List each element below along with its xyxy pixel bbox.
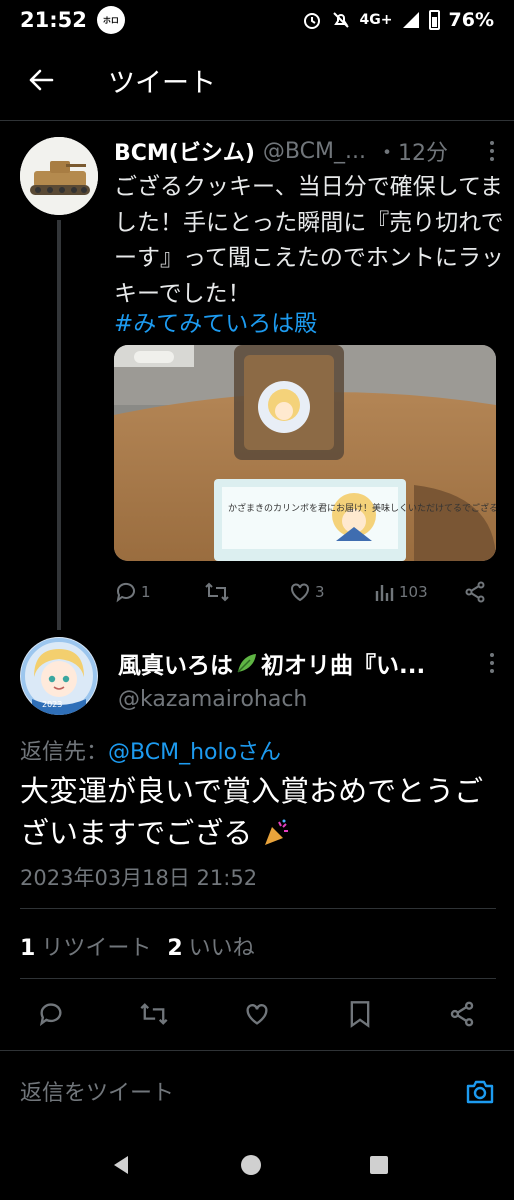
party-popper-icon — [264, 819, 288, 845]
reply-count: 1 — [141, 583, 151, 601]
tweet-timestamp: 2023年03月18日 21:52 — [20, 866, 258, 890]
hashtag-link[interactable]: #みてみていろは殿 — [114, 304, 317, 338]
camera-button[interactable] — [460, 1072, 500, 1112]
header-divider — [0, 120, 514, 121]
retweet-button[interactable] — [134, 994, 174, 1034]
page-title: ツイート — [108, 67, 216, 99]
tweet-stats: 1 リツイート 2 いいね — [20, 930, 255, 962]
tank-avatar-image — [20, 137, 98, 215]
parent-tweet-header: BCM(ビシム) @BCM_... ・12分 — [114, 134, 502, 168]
like-button[interactable] — [237, 994, 277, 1034]
tweet-text: ござるクッキー、当日分で確保してました！手にとった瞬間に『売り切れでーす』って聞… — [114, 174, 504, 307]
bookmark-icon — [350, 1001, 370, 1028]
display-name[interactable]: BCM(ビシム) — [114, 135, 255, 167]
replying-to: 返信先：@BCM_holoさん — [20, 734, 281, 766]
user-handle[interactable]: @kazamairohach — [118, 687, 307, 712]
retweet-action[interactable] — [204, 580, 288, 604]
retweet-stat[interactable]: 1 リツイート — [20, 930, 151, 962]
reply-button[interactable] — [31, 994, 71, 1034]
display-name: 風真いろは — [118, 653, 233, 679]
hololive-app-icon: ホロ — [96, 6, 125, 34]
retweet-label: リツイート — [41, 936, 152, 961]
share-button[interactable] — [442, 994, 482, 1034]
nav-back-button[interactable] — [106, 1150, 136, 1180]
bookmark-button[interactable] — [340, 994, 380, 1034]
battery-icon — [428, 10, 440, 30]
share-icon — [450, 1001, 474, 1027]
status-bar: 21:52 ホロ 4G+ 76% — [0, 0, 514, 40]
more-options-icon[interactable] — [482, 650, 502, 676]
views-action[interactable]: 103 — [374, 581, 464, 603]
top-app-bar: ツイート — [0, 48, 514, 112]
thread-connector — [57, 220, 61, 630]
nav-recents-button[interactable] — [364, 1150, 394, 1180]
mute-icon — [332, 12, 349, 28]
heart-icon — [291, 583, 309, 602]
reply-text-block: 大変運が良いで賞入賞おめでとうございますでござる — [20, 770, 500, 854]
heart-icon — [246, 1004, 268, 1025]
battery-level: 76% — [448, 9, 494, 31]
retweet-icon — [205, 582, 229, 602]
analytics-icon — [375, 585, 394, 601]
like-count: 3 — [315, 583, 325, 601]
leaf-emoji-icon — [237, 654, 256, 673]
reply-input[interactable] — [20, 1075, 440, 1111]
retweet-count: 1 — [20, 936, 36, 961]
avatar[interactable] — [20, 137, 98, 215]
tweet-photo[interactable]: かざまきのカリンボを君にお届け！美味しくいただけてるでござる — [114, 345, 496, 561]
user-handle[interactable]: @BCM_... — [263, 139, 366, 164]
display-name-rest: 初オリ曲『い... — [261, 653, 426, 679]
share-icon — [465, 581, 485, 603]
square-recents-icon — [370, 1156, 388, 1174]
more-options-icon[interactable] — [482, 138, 502, 164]
clock: 21:52 — [20, 8, 87, 32]
svg-text:2023: 2023 — [42, 700, 62, 709]
reply-icon — [116, 582, 135, 603]
reply-action[interactable]: 1 — [114, 580, 204, 604]
reply-icon — [39, 1003, 62, 1027]
status-icons: 4G+ 76% — [302, 9, 494, 31]
like-stat[interactable]: 2 いいね — [167, 930, 254, 962]
replying-to-label: 返信先： — [20, 740, 109, 765]
share-action[interactable] — [464, 581, 486, 603]
camera-icon — [466, 1080, 494, 1104]
signal-icon — [402, 12, 419, 28]
back-button[interactable] — [0, 48, 82, 112]
divider — [20, 978, 496, 979]
network-type: 4G+ — [359, 12, 393, 28]
like-action[interactable]: 3 — [288, 580, 374, 604]
photo-card-text: かざまきのカリンボを君にお届け！美味しくいただけてるでござる — [228, 502, 496, 514]
system-navigation-bar — [0, 1128, 514, 1200]
divider — [20, 908, 496, 909]
parent-tweet-actions: 1 3 103 — [114, 578, 494, 606]
view-count: 103 — [399, 583, 428, 601]
arrow-left-icon — [29, 69, 54, 91]
avatar[interactable]: 2023 — [20, 637, 98, 715]
triangle-back-icon — [114, 1156, 128, 1174]
retweet-icon — [140, 1003, 168, 1025]
like-label: いいね — [188, 936, 255, 961]
iroha-avatar-image: 2023 — [20, 637, 98, 715]
alarm-icon — [303, 13, 320, 29]
nav-home-button[interactable] — [236, 1150, 266, 1180]
reply-author[interactable]: 風真いろは 初オリ曲『い... — [118, 646, 508, 680]
reply-tweet-actions — [0, 994, 514, 1034]
cookie-jar-photo: かざまきのカリンボを君にお届け！美味しくいただけてるでござる — [114, 345, 496, 561]
tweet-text: 大変運が良いで賞入賞おめでとうございますでござる — [20, 774, 484, 850]
like-count: 2 — [167, 936, 183, 961]
tweet-time: ・12分 — [375, 141, 448, 166]
mention-link[interactable]: @BCM_holoさん — [108, 740, 281, 765]
circle-home-icon — [241, 1155, 261, 1175]
divider — [0, 1050, 514, 1051]
